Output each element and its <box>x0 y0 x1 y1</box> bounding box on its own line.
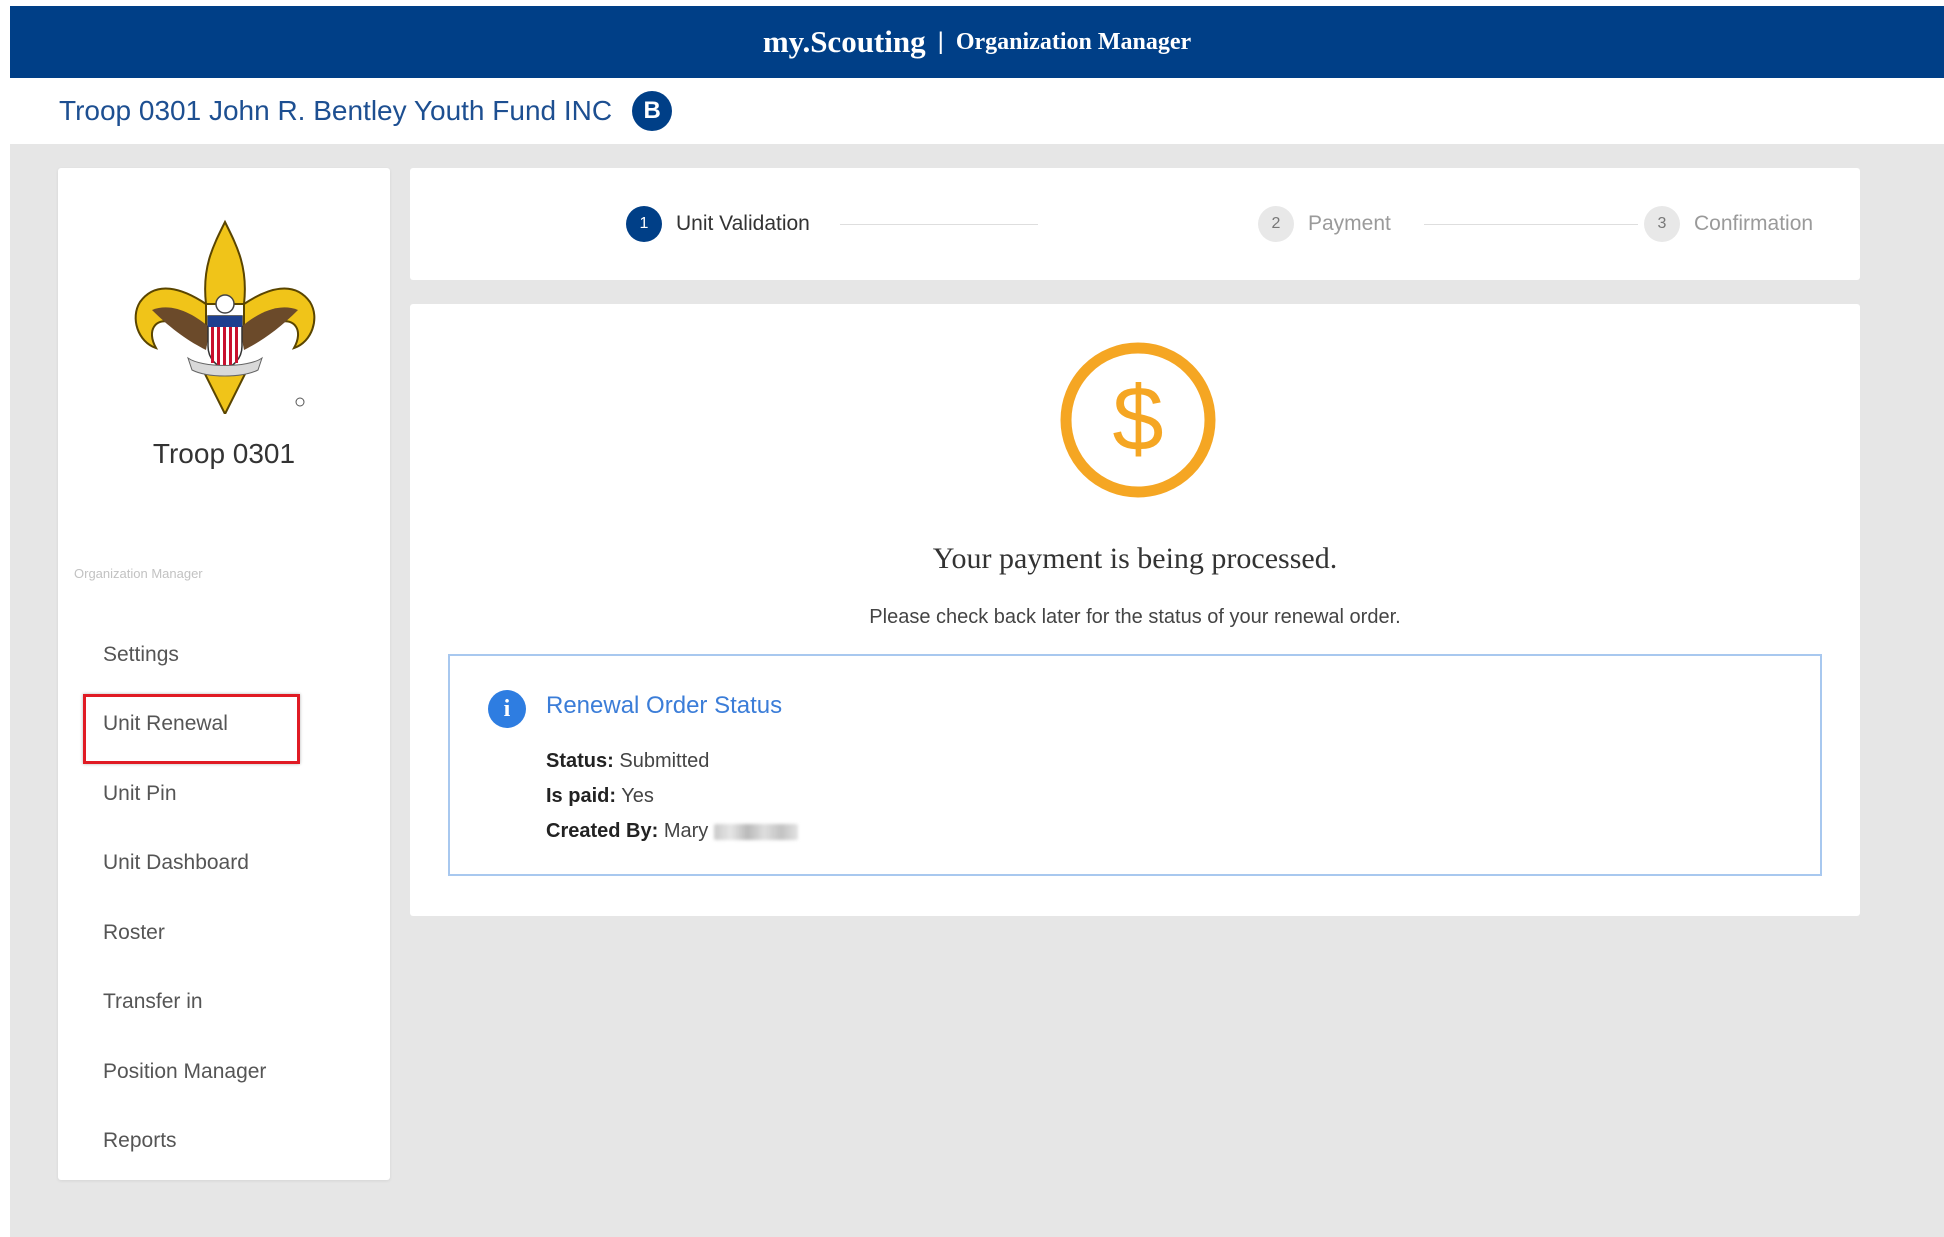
step-number: 1 <box>626 206 662 242</box>
brand-separator: | <box>937 28 944 55</box>
sidebar-item-unit-dashboard[interactable]: Unit Dashboard <box>58 829 390 899</box>
redacted-surname <box>714 823 799 840</box>
step-connector <box>1424 224 1638 225</box>
app-frame: my.Scouting | Organization Manager Troop… <box>10 6 1944 1237</box>
status-value: Submitted <box>619 750 710 772</box>
created-by-label: Created By: <box>546 820 659 842</box>
step-label: Confirmation <box>1694 212 1814 235</box>
org-name[interactable]: Troop 0301 John R. Bentley Youth Fund IN… <box>59 95 612 127</box>
troop-label: Troop 0301 <box>152 438 296 469</box>
renewal-status-box: i Renewal Order Status Status: Submitted… <box>448 654 1822 876</box>
sidebar-nav: Settings Unit Renewal Unit Pin Unit Dash… <box>58 620 390 1176</box>
sidebar-item-transfer-in[interactable]: Transfer in <box>58 968 390 1038</box>
payment-subtext: Please check back later for the status o… <box>869 606 1401 628</box>
step-label: Payment <box>1308 212 1391 235</box>
sidebar: Troop 0301 Organization Manager Settings… <box>58 168 390 1180</box>
svg-text:$: $ <box>1112 368 1163 470</box>
progress-stepper: 1 Unit Validation 2 Payment 3 Confirmati… <box>410 168 1860 280</box>
sidebar-item-position-manager[interactable]: Position Manager <box>58 1037 390 1107</box>
sidebar-item-unit-pin[interactable]: Unit Pin <box>58 759 390 829</box>
step-unit-validation: 1 Unit Validation <box>626 206 810 242</box>
status-label: Status: <box>546 750 614 772</box>
step-confirmation: 3 Confirmation <box>1644 206 1813 242</box>
org-bar: Troop 0301 John R. Bentley Youth Fund IN… <box>10 78 1944 144</box>
sidebar-item-unit-renewal[interactable]: Unit Renewal <box>58 690 390 763</box>
scouting-fleur-de-lis-logo <box>134 219 316 414</box>
step-number: 3 <box>1644 206 1680 242</box>
status-details: Status: Submitted Is paid: Yes Created B… <box>546 744 799 849</box>
step-payment: 2 Payment <box>1258 206 1391 242</box>
sidebar-item-settings[interactable]: Settings <box>58 620 390 690</box>
paid-label: Is paid: <box>546 785 617 807</box>
nav-section-label: Organization Manager <box>74 566 203 581</box>
paid-row: Is paid: Yes <box>546 779 798 814</box>
renewal-status-title: Renewal Order Status <box>546 692 783 719</box>
brand-logo-text[interactable]: my.Scouting <box>763 24 926 60</box>
sidebar-item-reports[interactable]: Reports <box>58 1107 390 1177</box>
payment-headline: Your payment is being processed. <box>932 542 1338 575</box>
step-label: Unit Validation <box>676 212 810 235</box>
payment-status-card: $ Your payment is being processed. Pleas… <box>410 304 1860 916</box>
sidebar-item-roster[interactable]: Roster <box>58 898 390 968</box>
created-by-row: Created By: Mary <box>546 814 799 849</box>
status-row: Status: Submitted <box>546 744 798 779</box>
dollar-circle-icon: $ <box>1060 342 1216 498</box>
step-connector <box>840 224 1038 225</box>
org-badge: B <box>632 91 673 131</box>
app-subtitle: Organization Manager <box>955 28 1192 55</box>
created-by-value: Mary <box>663 820 709 842</box>
info-icon: i <box>488 690 526 728</box>
step-number: 2 <box>1258 206 1294 242</box>
top-bar: my.Scouting | Organization Manager <box>10 6 1944 78</box>
paid-value: Yes <box>621 785 654 807</box>
